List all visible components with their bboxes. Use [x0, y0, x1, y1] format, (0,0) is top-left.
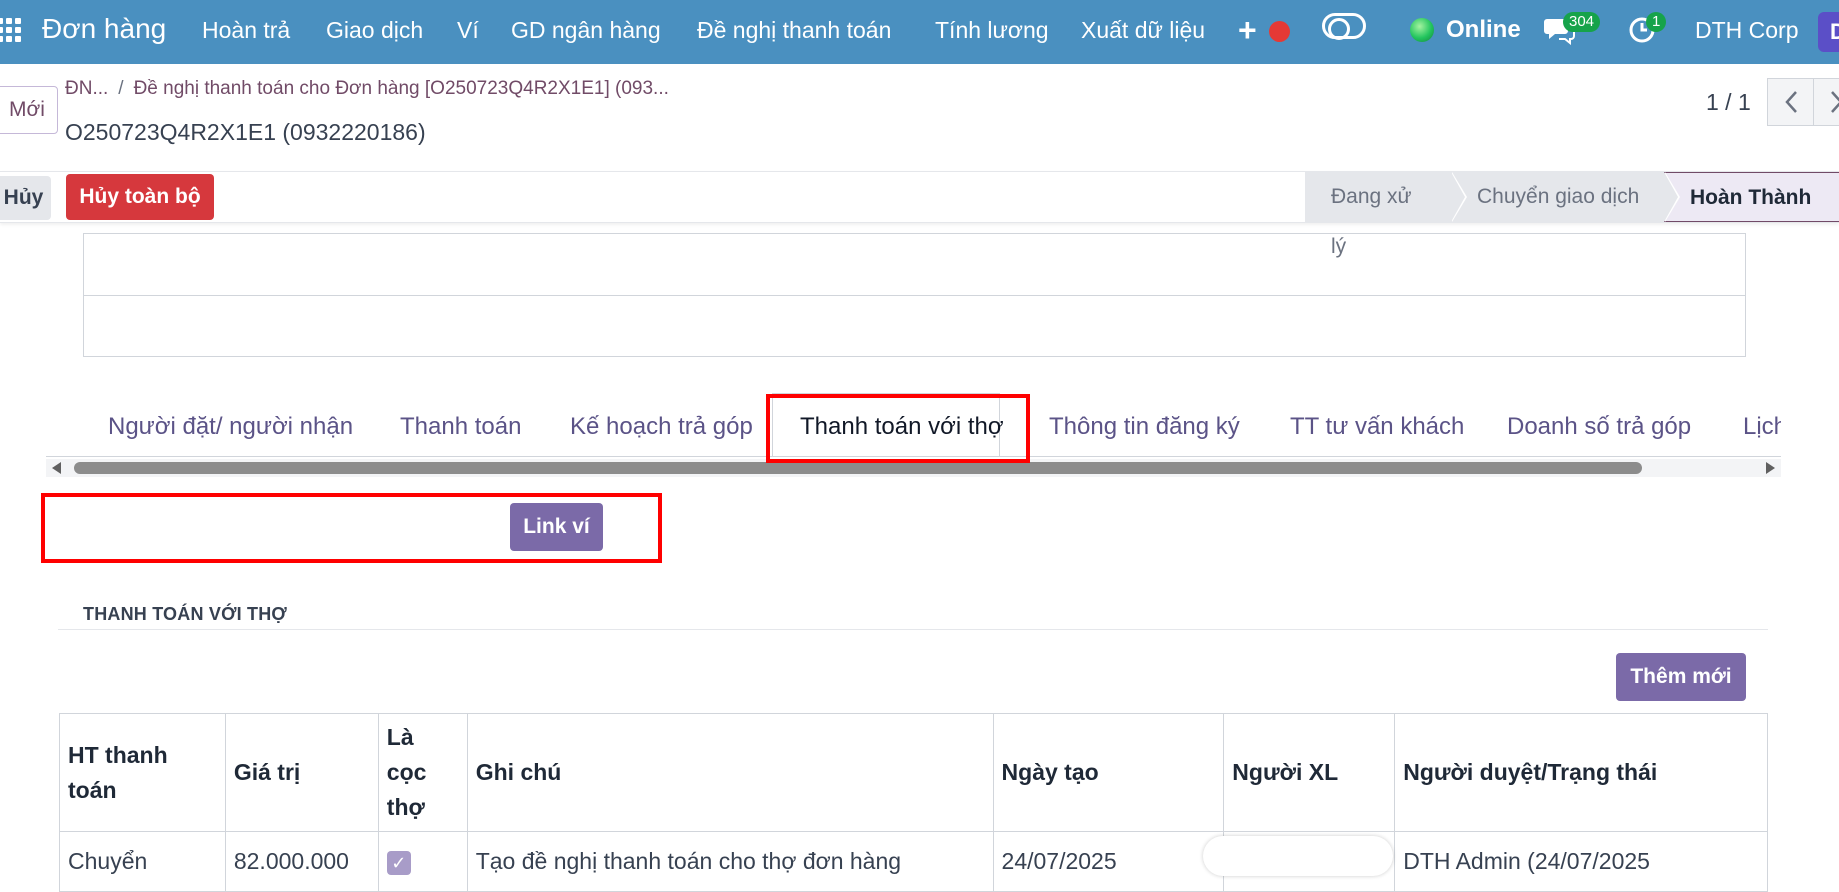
- payments-table: HT thanh toán Giá trị Là cọc thợ Ghi chú…: [59, 713, 1768, 892]
- tab-doanh-so-tra-gop[interactable]: Doanh số trả góp: [1507, 413, 1691, 441]
- stage-completed[interactable]: Hoàn Thành: [1664, 172, 1839, 222]
- add-new-button[interactable]: Thêm mới: [1616, 653, 1746, 701]
- scroll-right-icon[interactable]: [1766, 462, 1775, 474]
- tab-thong-tin-dang-ky[interactable]: Thông tin đăng ký: [1049, 413, 1240, 441]
- menu-xuat-du-lieu[interactable]: Xuất dữ liệu: [1081, 17, 1205, 44]
- menu-tinh-luong[interactable]: Tính lương: [935, 17, 1049, 44]
- breadcrumb-root-link[interactable]: ĐN...: [65, 78, 108, 99]
- tab-thanh-toan[interactable]: Thanh toán: [400, 413, 521, 441]
- new-record-button[interactable]: Mới: [0, 86, 58, 134]
- column-header-created[interactable]: Ngày tạo: [993, 714, 1224, 832]
- pager-previous-button[interactable]: [1767, 78, 1814, 126]
- user-avatar[interactable]: D: [1818, 12, 1839, 52]
- stage-label: Chuyển giao dịch: [1477, 185, 1639, 208]
- section-divider: [58, 629, 1768, 630]
- stage-transfer[interactable]: Chuyển giao dịch: [1451, 172, 1664, 222]
- column-header-amount[interactable]: Giá trị: [225, 714, 378, 832]
- cell-method[interactable]: Chuyển: [60, 832, 226, 892]
- company-switcher[interactable]: DTH Corp: [1695, 17, 1799, 44]
- record-title: O250723Q4R2X1E1 (0932220186): [65, 119, 426, 146]
- online-status-label[interactable]: Online: [1446, 16, 1521, 44]
- breadcrumb: ĐN... / Đề nghị thanh toán cho Đơn hàng [O…: [65, 78, 669, 100]
- cell-approver[interactable]: DTH Admin (24/07/2025: [1395, 832, 1768, 892]
- menu-vi[interactable]: Ví: [457, 17, 479, 44]
- apps-grid-icon[interactable]: [0, 18, 21, 42]
- menu-de-nghi-thanh-toan[interactable]: Đề nghị thanh toán: [697, 17, 891, 44]
- menu-gd-ngan-hang[interactable]: GD ngân hàng: [511, 17, 661, 44]
- column-header-deposit[interactable]: Là cọc thợ: [378, 714, 467, 832]
- column-header-method[interactable]: HT thanh toán: [60, 714, 226, 832]
- activities-count-badge: 1: [1646, 12, 1666, 32]
- annotation-highlight-tab: [766, 394, 1030, 463]
- column-header-approver[interactable]: Người duyệt/Trạng thái: [1395, 714, 1768, 832]
- scrollbar-thumb[interactable]: [74, 462, 1642, 474]
- stage-label: Hoàn Thành: [1690, 186, 1811, 209]
- online-status-icon: [1410, 18, 1434, 42]
- status-bar: Hủy Hủy toàn bộ Đang xử lý Chuyển giao d…: [0, 171, 1839, 223]
- floating-chat-bubble[interactable]: [1203, 836, 1393, 876]
- breadcrumb-separator: /: [118, 78, 123, 99]
- record-dot-icon[interactable]: [1269, 21, 1290, 42]
- pager-next-button[interactable]: [1813, 78, 1839, 126]
- stage-processing[interactable]: Đang xử lý: [1305, 172, 1451, 222]
- chevron-left-icon: [1784, 90, 1798, 114]
- messages-count-badge: 304: [1563, 12, 1600, 32]
- menu-giao-dich[interactable]: Giao dịch: [326, 17, 423, 44]
- scroll-left-icon[interactable]: [52, 462, 61, 474]
- column-header-handler[interactable]: Người XL: [1224, 714, 1395, 832]
- tab-ke-hoach-tra-gop[interactable]: Kế hoạch trả góp: [570, 413, 753, 441]
- top-navbar: Đơn hàng Hoàn trả Giao dịch Ví GD ngân h…: [0, 0, 1839, 64]
- app-brand[interactable]: Đơn hàng: [42, 13, 166, 45]
- table-row[interactable]: Chuyển 82.000.000 ✓ Tạo đề nghị thanh to…: [60, 832, 1768, 892]
- tab-tt-tu-van-khach[interactable]: TT tư vấn khách: [1290, 413, 1464, 441]
- table-header-row: HT thanh toán Giá trị Là cọc thợ Ghi chú…: [60, 714, 1768, 832]
- plus-icon[interactable]: +: [1238, 12, 1257, 49]
- cancel-button[interactable]: Hủy: [0, 176, 51, 220]
- empty-list-area: [83, 233, 1746, 357]
- cell-note[interactable]: Tạo đề nghị thanh toán cho thợ đơn hàng: [467, 832, 993, 892]
- cancel-all-button[interactable]: Hủy toàn bộ: [66, 174, 214, 220]
- cell-amount[interactable]: 82.000.000: [225, 832, 378, 892]
- menu-hoan-tra[interactable]: Hoàn trả: [202, 17, 290, 44]
- chevron-right-icon: [1830, 90, 1839, 114]
- breadcrumb-current-link[interactable]: Đề nghị thanh toán cho Đơn hàng [O250723…: [134, 78, 669, 99]
- tab-lich[interactable]: Lịch: [1743, 413, 1781, 441]
- section-title: THANH TOÁN VỚI THỢ: [83, 604, 287, 625]
- tab-nguoi-dat[interactable]: Người đặt/ người nhận: [108, 413, 353, 441]
- checkbox-checked-icon[interactable]: ✓: [387, 851, 411, 875]
- cell-deposit[interactable]: ✓: [378, 832, 467, 892]
- column-header-note[interactable]: Ghi chú: [467, 714, 993, 832]
- stage-pipeline: Đang xử lý Chuyển giao dịch Hoàn Thành: [1305, 172, 1839, 222]
- toggle-icon[interactable]: [1322, 13, 1366, 39]
- cell-created[interactable]: 24/07/2025: [993, 832, 1224, 892]
- link-wallet-button[interactable]: Link ví: [510, 503, 603, 551]
- pager-value[interactable]: 1 / 1: [1706, 89, 1751, 116]
